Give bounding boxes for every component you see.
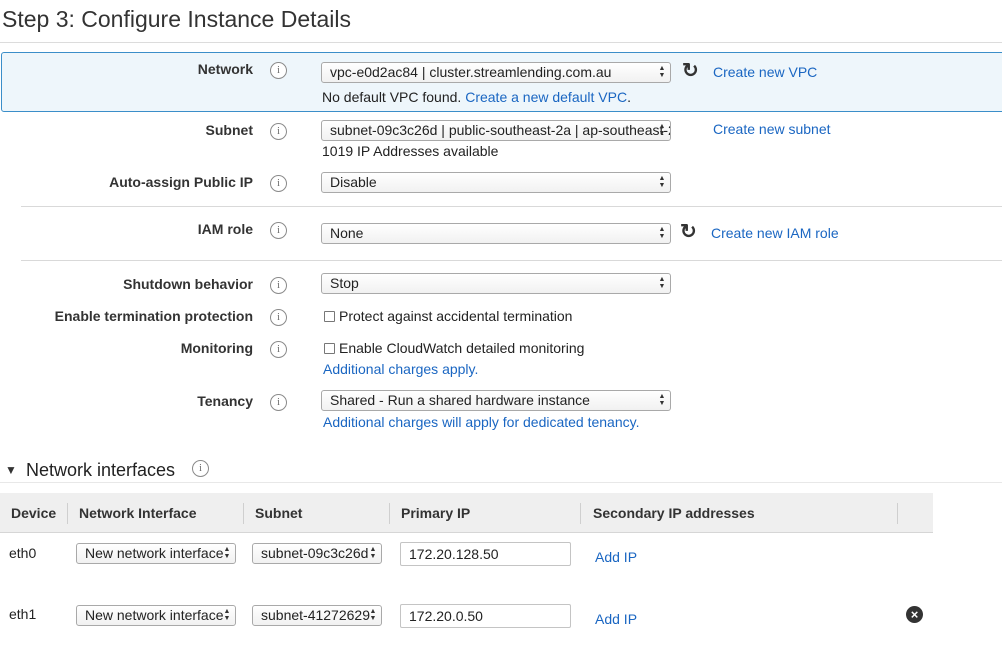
- remove-circle-icon[interactable]: ×: [906, 606, 923, 623]
- create-new-subnet-link[interactable]: Create new subnet: [713, 121, 831, 137]
- updown-arrows-icon: ▲ ▼: [658, 393, 666, 407]
- termination-protection-checkbox-label[interactable]: Protect against accidental termination: [339, 308, 572, 324]
- updown-arrows-icon: ▲ ▼: [658, 175, 666, 189]
- updown-arrows-icon: ▲ ▼: [658, 65, 666, 79]
- updown-arrows-icon: ▲ ▼: [223, 608, 231, 622]
- column-header-secondary-ip: Secondary IP addresses: [593, 505, 755, 521]
- iam-role-label: IAM role: [197, 221, 253, 237]
- add-ip-link[interactable]: Add IP: [595, 611, 637, 627]
- tenancy-label: Tenancy: [197, 393, 253, 409]
- column-separator: [67, 503, 68, 524]
- termination-protection-checkbox[interactable]: [324, 311, 335, 322]
- network-interface-select-value: New network interface: [85, 607, 224, 623]
- column-separator: [897, 503, 898, 524]
- column-header-primary-ip: Primary IP: [401, 505, 471, 521]
- monitoring-checkbox-label[interactable]: Enable CloudWatch detailed monitoring: [339, 340, 584, 356]
- primary-ip-input[interactable]: 172.20.0.50: [400, 604, 571, 628]
- info-icon[interactable]: i: [270, 309, 287, 326]
- network-select[interactable]: vpc-e0d2ac84 | cluster.streamlending.com…: [321, 62, 671, 83]
- create-new-iam-role-link[interactable]: Create new IAM role: [711, 225, 839, 241]
- subnet-cell-select[interactable]: subnet-41272629 ▲ ▼: [252, 605, 382, 626]
- updown-arrows-icon: ▲ ▼: [369, 608, 377, 622]
- subnet-select[interactable]: subnet-09c3c26d | public-southeast-2a | …: [321, 120, 671, 141]
- page-title: Step 3: Configure Instance Details: [2, 6, 352, 32]
- column-header-device: Device: [11, 505, 57, 521]
- public-ip-label: Auto-assign Public IP: [109, 174, 253, 190]
- info-icon[interactable]: i: [270, 222, 287, 239]
- iam-role-select-value: None: [330, 225, 364, 241]
- monitoring-checkbox[interactable]: [324, 343, 335, 354]
- termination-protection-label: Enable termination protection: [54, 308, 253, 324]
- iam-role-select[interactable]: None ▲ ▼: [321, 223, 671, 244]
- shutdown-behavior-select[interactable]: Stop ▲ ▼: [321, 273, 671, 294]
- network-interfaces-title[interactable]: Network interfaces: [26, 460, 175, 481]
- info-icon[interactable]: i: [192, 460, 209, 477]
- info-icon[interactable]: i: [270, 123, 287, 140]
- column-separator: [243, 503, 244, 524]
- tenancy-select-value: Shared - Run a shared hardware instance: [330, 392, 590, 408]
- monitoring-label: Monitoring: [180, 340, 253, 356]
- device-cell: eth1: [9, 606, 37, 622]
- subnet-label: Subnet: [205, 122, 253, 138]
- no-default-vpc-text: No default VPC found. Create a new defau…: [322, 89, 631, 105]
- public-ip-select-value: Disable: [330, 174, 377, 190]
- updown-arrows-icon: ▲ ▼: [658, 226, 666, 240]
- info-icon[interactable]: i: [270, 62, 287, 79]
- device-cell: eth0: [9, 545, 37, 561]
- primary-ip-input[interactable]: 172.20.128.50: [400, 542, 571, 566]
- info-icon[interactable]: i: [270, 394, 287, 411]
- title-divider: [0, 42, 1002, 43]
- subnet-cell-select-value: subnet-41272629: [261, 607, 370, 623]
- triangle-down-icon[interactable]: ▼: [5, 463, 17, 477]
- updown-arrows-icon: ▲ ▼: [658, 123, 666, 137]
- subnet-cell-select-value: subnet-09c3c26d: [261, 545, 369, 561]
- info-icon[interactable]: i: [270, 341, 287, 358]
- section-divider: [0, 482, 1002, 483]
- updown-arrows-icon: ▲ ▼: [658, 276, 666, 290]
- network-interface-select[interactable]: New network interface ▲ ▼: [76, 605, 236, 626]
- refresh-icon[interactable]: ↻: [682, 61, 699, 81]
- updown-arrows-icon: ▲ ▼: [369, 546, 377, 560]
- additional-charges-link[interactable]: Additional charges apply.: [323, 361, 478, 377]
- add-ip-link[interactable]: Add IP: [595, 549, 637, 565]
- column-header-subnet: Subnet: [255, 505, 303, 521]
- info-icon[interactable]: i: [270, 277, 287, 294]
- info-icon[interactable]: i: [270, 175, 287, 192]
- network-label: Network: [197, 61, 253, 77]
- column-separator: [580, 503, 581, 524]
- network-select-value: vpc-e0d2ac84 | cluster.streamlending.com…: [330, 64, 612, 80]
- section-divider: [21, 206, 1002, 207]
- network-interface-select-value: New network interface: [85, 545, 224, 561]
- public-ip-select[interactable]: Disable ▲ ▼: [321, 172, 671, 193]
- network-interfaces-table-header: Device Network Interface Subnet Primary …: [0, 493, 933, 533]
- ip-available-text: 1019 IP Addresses available: [322, 143, 499, 159]
- create-new-vpc-link[interactable]: Create new VPC: [713, 64, 817, 80]
- section-divider: [21, 260, 1002, 261]
- network-interface-select[interactable]: New network interface ▲ ▼: [76, 543, 236, 564]
- refresh-icon[interactable]: ↻: [680, 222, 697, 242]
- create-default-vpc-link[interactable]: Create a new default VPC: [465, 89, 627, 105]
- column-header-network-interface: Network Interface: [79, 505, 197, 521]
- subnet-select-value: subnet-09c3c26d | public-southeast-2a | …: [330, 122, 671, 138]
- column-separator: [389, 503, 390, 524]
- updown-arrows-icon: ▲ ▼: [223, 546, 231, 560]
- period-text: .: [627, 89, 631, 105]
- dedicated-tenancy-charges-link[interactable]: Additional charges will apply for dedica…: [323, 414, 639, 430]
- tenancy-select[interactable]: Shared - Run a shared hardware instance …: [321, 390, 671, 411]
- shutdown-behavior-select-value: Stop: [330, 275, 359, 291]
- shutdown-behavior-label: Shutdown behavior: [123, 276, 253, 292]
- no-default-vpc-note: No default VPC found.: [322, 89, 462, 105]
- subnet-cell-select[interactable]: subnet-09c3c26d ▲ ▼: [252, 543, 382, 564]
